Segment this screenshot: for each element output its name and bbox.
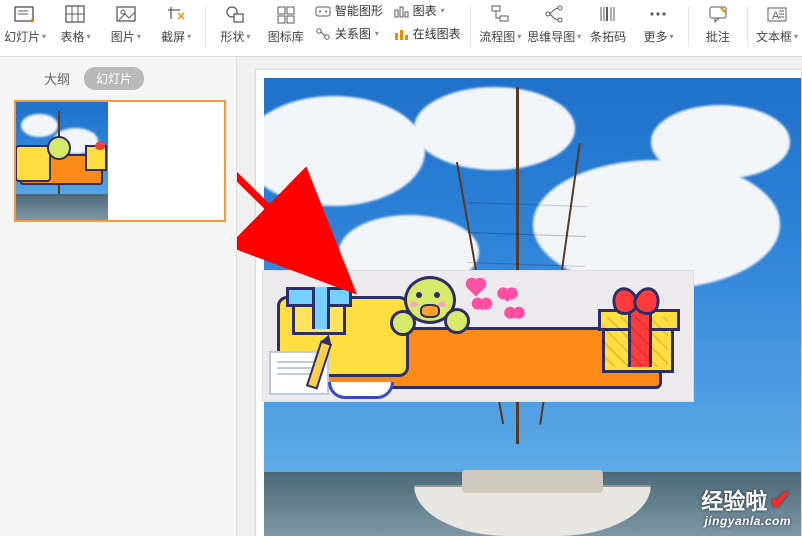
checkmark-icon: ✔ xyxy=(769,485,791,515)
editor-stage: 经验啦✔ jingyanla.com xyxy=(237,57,802,536)
sailboat xyxy=(414,454,650,536)
svg-text:+: + xyxy=(29,16,35,24)
heart-icon xyxy=(467,279,484,296)
table-label: 表格 xyxy=(60,28,84,45)
relation-button[interactable]: 关系图 ▾ xyxy=(315,25,379,42)
textbox-icon: A xyxy=(766,2,788,26)
icons-label: 图标库 xyxy=(268,28,304,45)
shapes-icon xyxy=(224,2,246,26)
barcode-icon xyxy=(597,2,619,26)
chevron-down-icon: ▾ xyxy=(375,29,379,38)
tab-outline[interactable]: 大纲 xyxy=(44,69,70,88)
ribbon-separator xyxy=(205,6,206,46)
gift-right-icon xyxy=(598,289,674,369)
chevron-down-icon: ▾ xyxy=(577,32,581,41)
inserted-banner-image[interactable] xyxy=(262,270,694,402)
barcode-label: 条拓码 xyxy=(590,28,626,45)
flowchart-label: 流程图 xyxy=(479,28,515,45)
new-slide-button[interactable]: + 幻灯片▾ xyxy=(0,2,50,52)
chevron-down-icon: ▾ xyxy=(42,32,46,41)
more-icon xyxy=(647,2,669,26)
app-body: 大纲 幻灯片 xyxy=(0,57,802,536)
screenshot-button[interactable]: 截屏▾ xyxy=(151,2,201,52)
flowchart-button[interactable]: 流程图▾ xyxy=(475,2,525,52)
mindmap-icon xyxy=(543,2,565,26)
smartart-button[interactable]: 智能图形 xyxy=(315,2,383,19)
shapes-label: 形状 xyxy=(220,28,244,45)
picture-label: 图片 xyxy=(111,28,135,45)
chevron-down-icon: ▾ xyxy=(794,32,798,41)
mindmap-button[interactable]: 思维导图▾ xyxy=(525,2,583,52)
slide-thumbnail-1[interactable] xyxy=(14,100,226,222)
flowchart-icon xyxy=(489,2,511,26)
textbox-button[interactable]: A 文本框▾ xyxy=(752,2,802,52)
heart-icon xyxy=(510,309,520,319)
chart-label: 图表 xyxy=(413,2,437,19)
online-chart-label: 在线图表 xyxy=(413,25,461,42)
icons-button[interactable]: 图标库 xyxy=(261,2,311,52)
comment-icon xyxy=(707,2,729,26)
comment-button[interactable]: 批注 xyxy=(693,2,743,52)
picture-button[interactable]: 图片▾ xyxy=(101,2,151,52)
panel-tabs: 大纲 幻灯片 xyxy=(0,57,236,98)
screenshot-label: 截屏 xyxy=(161,28,185,45)
watermark-text: 经验啦 xyxy=(701,489,767,514)
chevron-down-icon: ▾ xyxy=(187,32,191,41)
duck-character xyxy=(394,270,464,340)
watermark-url: jingyanla.com xyxy=(701,515,791,528)
barcode-button[interactable]: 条拓码 xyxy=(583,2,633,52)
ribbon-separator xyxy=(688,6,689,46)
relation-label: 关系图 xyxy=(335,25,371,42)
more-button[interactable]: 更多▾ xyxy=(633,2,683,52)
chart-group: 图表 ▾ 在线图表 xyxy=(389,2,467,52)
wave-decor xyxy=(328,382,394,399)
table-button[interactable]: 表格▾ xyxy=(50,2,100,52)
tab-slides[interactable]: 幻灯片 xyxy=(84,67,144,90)
ribbon-separator xyxy=(747,6,748,46)
smartart-label: 智能图形 xyxy=(335,2,383,19)
relation-icon xyxy=(315,27,331,41)
chart-icon xyxy=(393,4,409,18)
chevron-down-icon: ▾ xyxy=(517,32,521,41)
svg-text:A: A xyxy=(772,10,780,22)
new-slide-label: 幻灯片 xyxy=(4,28,40,45)
chart-button[interactable]: 图表 ▾ xyxy=(393,2,445,19)
gift-left-icon xyxy=(286,279,346,331)
screenshot-icon xyxy=(165,2,187,26)
picture-icon xyxy=(115,2,137,26)
heart-icon xyxy=(476,299,487,310)
more-label: 更多 xyxy=(643,28,667,45)
slide-canvas[interactable]: 经验啦✔ jingyanla.com xyxy=(255,69,802,536)
online-chart-button[interactable]: 在线图表 xyxy=(393,25,461,42)
chevron-down-icon: ▾ xyxy=(86,32,90,41)
chevron-down-icon: ▾ xyxy=(137,32,141,41)
online-chart-icon xyxy=(393,27,409,41)
smartart-icon xyxy=(315,4,331,18)
new-slide-icon: + xyxy=(14,2,36,26)
icon-library-icon xyxy=(275,2,297,26)
shapes-button[interactable]: 形状▾ xyxy=(210,2,260,52)
textbox-label: 文本框 xyxy=(756,28,792,45)
ribbon-separator xyxy=(470,6,471,46)
chevron-down-icon: ▾ xyxy=(246,32,250,41)
table-icon xyxy=(64,2,86,26)
smartart-relation-group: 智能图形 关系图 ▾ xyxy=(311,2,389,52)
mindmap-label: 思维导图 xyxy=(527,28,575,45)
heart-icon xyxy=(501,289,514,302)
comment-label: 批注 xyxy=(706,28,730,45)
thumb-banner xyxy=(20,154,103,185)
watermark: 经验啦✔ jingyanla.com xyxy=(701,486,791,528)
chevron-down-icon: ▾ xyxy=(669,32,673,41)
ribbon-toolbar: + 幻灯片▾ 表格▾ 图片▾ 截屏▾ 形状▾ 图标库 xyxy=(0,0,802,57)
slide-panel: 大纲 幻灯片 xyxy=(0,57,237,536)
chevron-down-icon: ▾ xyxy=(441,6,445,15)
